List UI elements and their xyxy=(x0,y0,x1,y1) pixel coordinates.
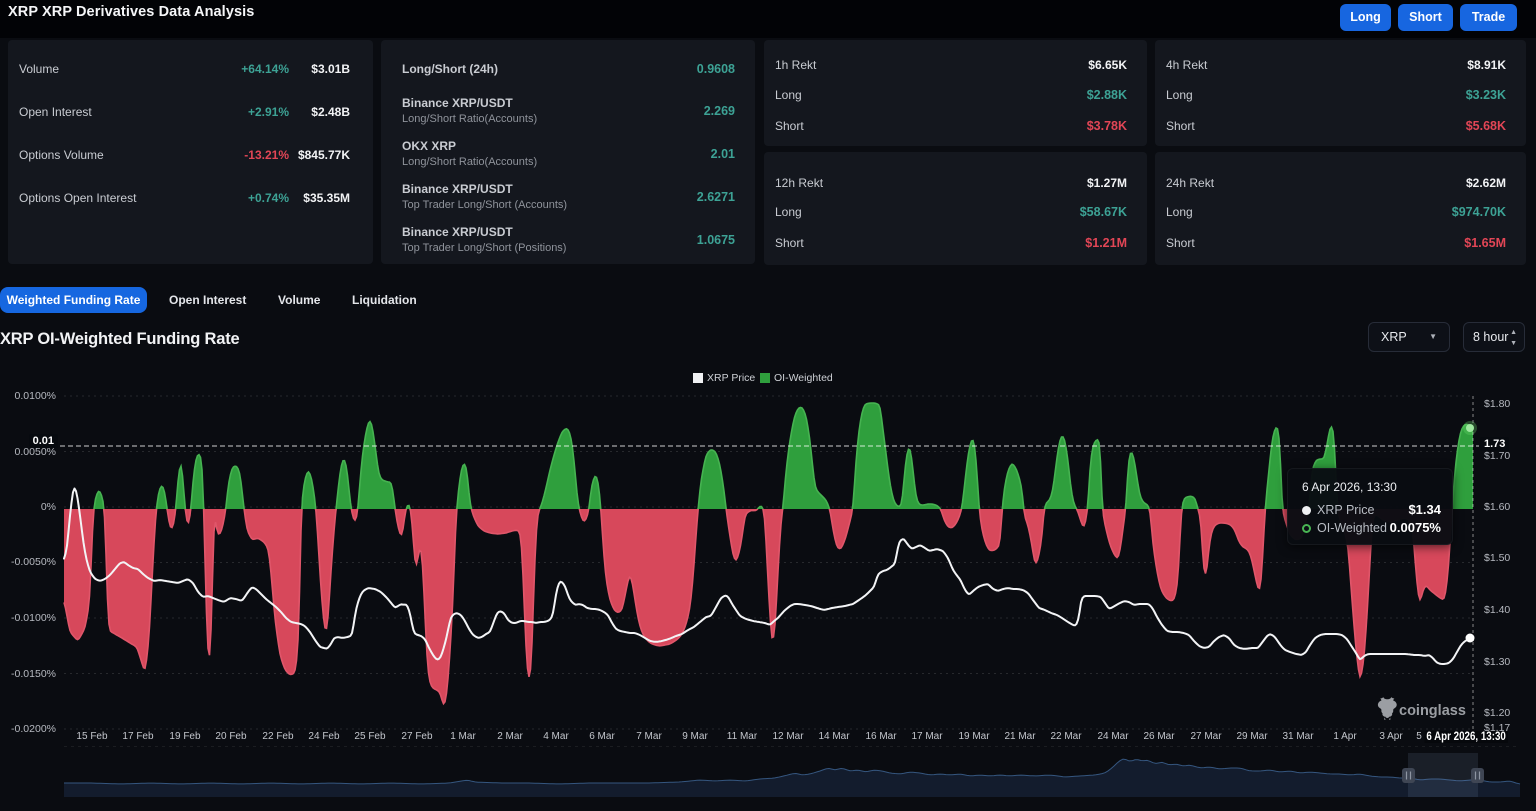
svg-text:coinglass: coinglass xyxy=(1399,703,1466,719)
